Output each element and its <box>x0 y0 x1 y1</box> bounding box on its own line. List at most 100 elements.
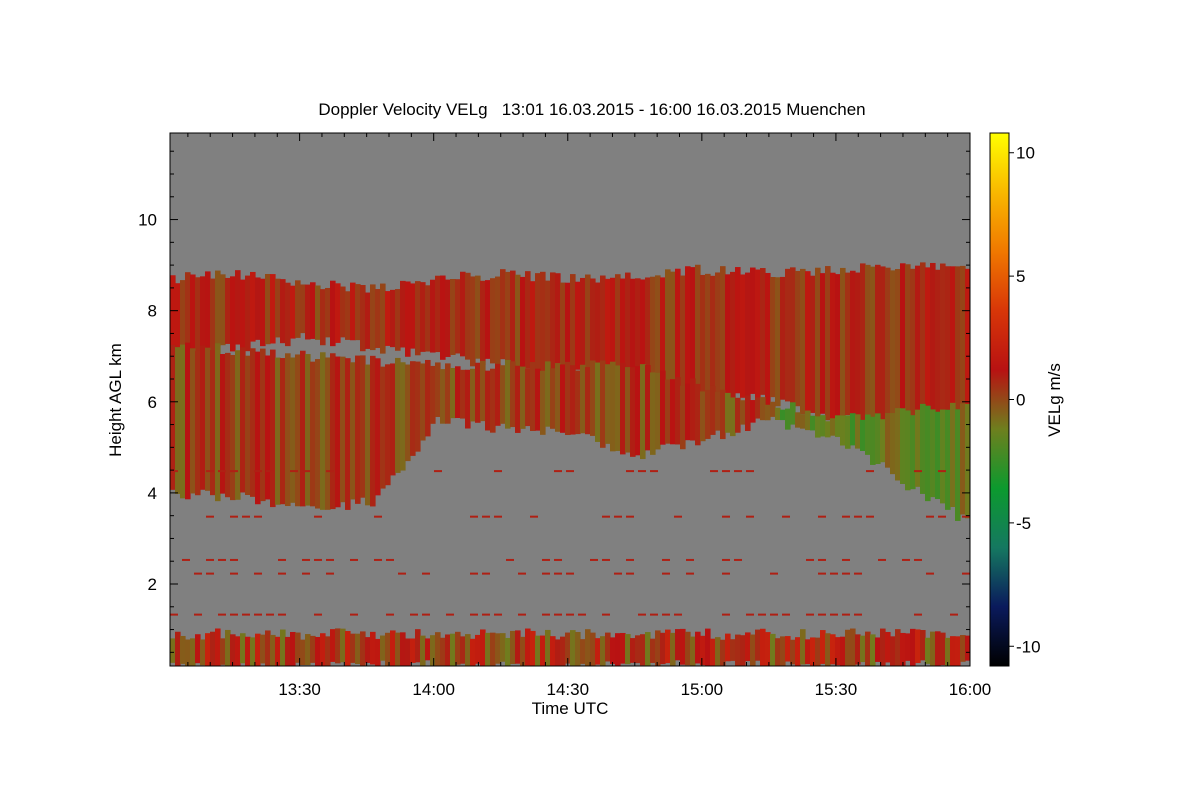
echo-column <box>545 361 551 427</box>
echo-column <box>795 270 801 407</box>
echo-streak <box>590 558 598 561</box>
echo-column <box>475 275 481 359</box>
echo-streak <box>230 613 238 616</box>
echo-column <box>765 404 771 421</box>
echo-column <box>495 633 501 664</box>
echo-column <box>510 270 516 362</box>
echo-column <box>530 281 536 370</box>
echo-column <box>170 638 176 663</box>
echo-column <box>710 638 716 666</box>
echo-column <box>690 378 696 441</box>
echo-streak <box>938 470 946 473</box>
echo-column <box>425 285 431 352</box>
echo-column <box>375 638 381 666</box>
echo-column <box>510 361 516 428</box>
echo-column <box>675 268 681 392</box>
echo-column <box>685 266 691 385</box>
echo-column <box>725 274 731 398</box>
echo-streak <box>422 572 430 575</box>
echo-streak <box>842 613 850 616</box>
echo-streak <box>770 572 778 575</box>
echo-column <box>540 271 546 372</box>
echo-column <box>435 362 441 417</box>
echo-column <box>225 352 231 498</box>
y-tick-label: 6 <box>148 393 157 412</box>
echo-streak <box>830 613 838 616</box>
echo-column <box>605 632 611 662</box>
echo-column <box>665 629 671 664</box>
echo-column <box>350 282 356 341</box>
echo-streak <box>626 572 634 575</box>
echo-column <box>720 266 726 394</box>
echo-column <box>330 353 336 510</box>
echo-column <box>205 347 211 491</box>
echo-column <box>850 413 856 446</box>
echo-streak <box>746 613 754 616</box>
echo-column <box>345 358 351 510</box>
echo-streak <box>806 613 814 616</box>
echo-column <box>715 637 721 666</box>
echo-column <box>725 392 731 433</box>
echo-column <box>740 400 746 425</box>
echo-column <box>345 631 351 666</box>
echo-streak <box>842 572 850 575</box>
echo-column <box>455 366 461 418</box>
echo-column <box>705 628 711 666</box>
echo-streak <box>578 613 586 616</box>
echo-column <box>735 267 741 394</box>
echo-streak <box>482 515 490 518</box>
echo-column <box>245 355 251 496</box>
echo-column <box>330 280 336 347</box>
echo-column <box>310 282 316 339</box>
echo-column <box>665 379 671 444</box>
echo-column <box>795 412 801 428</box>
echo-column <box>350 633 356 663</box>
echo-column <box>740 635 746 666</box>
echo-streak <box>386 558 394 561</box>
echo-column <box>240 279 246 352</box>
echo-column <box>900 408 906 484</box>
echo-column <box>570 365 576 435</box>
chart-root: Doppler Velocity VELg 13:01 16.03.2015 -… <box>0 0 1200 800</box>
echo-column <box>760 628 766 666</box>
echo-column <box>555 273 561 371</box>
echo-column <box>490 368 496 433</box>
echo-column <box>550 272 556 376</box>
echo-column <box>765 632 771 666</box>
plot-area <box>169 132 971 667</box>
echo-column <box>900 263 906 424</box>
echo-streak <box>254 515 262 518</box>
echo-column <box>670 632 676 666</box>
echo-column <box>955 636 961 666</box>
echo-column <box>390 630 396 666</box>
echo-column <box>505 359 511 429</box>
echo-column <box>485 370 491 431</box>
echo-streak <box>194 572 202 575</box>
echo-column <box>865 264 871 427</box>
echo-streak <box>722 558 730 561</box>
echo-streak <box>866 515 874 518</box>
echo-column <box>250 348 256 497</box>
echo-column <box>515 274 521 371</box>
colorbar: -10 -5 0 5 10 VELg m/s <box>989 132 1064 667</box>
echo-column <box>875 637 881 662</box>
echo-column <box>430 635 436 666</box>
echo-column <box>790 639 796 665</box>
echo-column <box>295 280 301 338</box>
echo-column <box>235 270 241 345</box>
echo-column <box>960 403 966 515</box>
echo-streak <box>278 613 286 616</box>
echo-streak <box>758 613 766 616</box>
echo-column <box>270 634 276 666</box>
echo-streak <box>530 515 538 518</box>
echo-column <box>755 397 761 419</box>
echo-column <box>325 287 331 338</box>
echo-column <box>525 271 531 369</box>
colorbar-tick-label: 10 <box>1016 144 1035 163</box>
y-tick-label: 10 <box>138 211 157 230</box>
echo-column <box>595 362 601 442</box>
echo-column <box>565 361 571 436</box>
echo-streak <box>710 470 718 473</box>
echo-streak <box>518 613 526 616</box>
echo-streak <box>446 613 454 616</box>
